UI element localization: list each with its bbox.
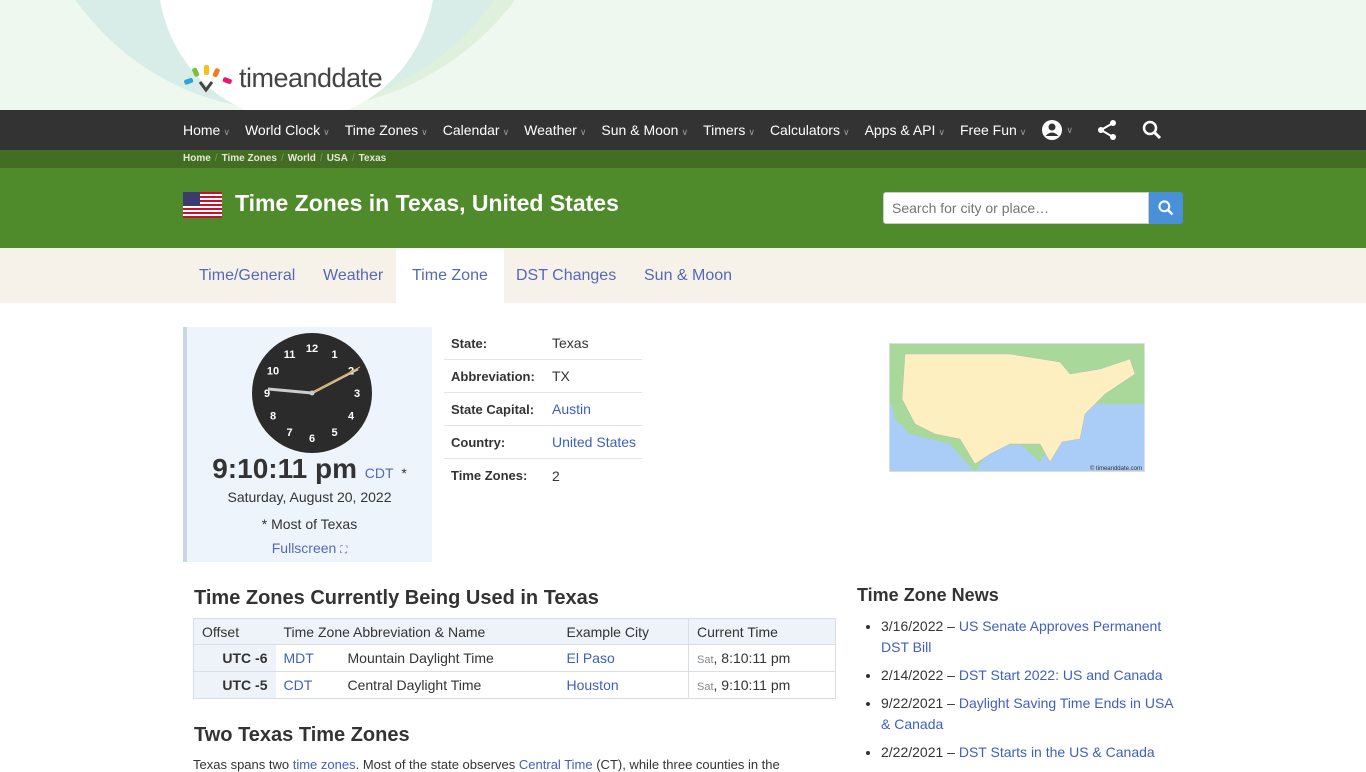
page-banner: Time Zones in Texas, United States: [0, 168, 1366, 248]
clock-number: 8: [270, 411, 276, 423]
col-offset: Offset: [193, 618, 276, 645]
news-heading: Time Zone News: [857, 585, 999, 605]
zone-abbr-link[interactable]: CDT: [284, 677, 313, 693]
site-header: timeanddate: [0, 0, 1366, 110]
two-zones-heading: Two Texas Time Zones: [194, 724, 410, 746]
time-zones-table: Offset Time Zone Abbreviation & Name Exa…: [193, 618, 836, 699]
clock-number: 6: [309, 433, 315, 445]
tab-weather[interactable]: Weather: [307, 248, 399, 303]
breadcrumb-usa[interactable]: USA: [327, 153, 348, 164]
info-value: TX: [552, 368, 570, 384]
map-credit: © timeanddate.com: [1090, 465, 1142, 472]
search-icon: [1158, 200, 1174, 216]
clock-note: * Most of Texas: [261, 516, 358, 532]
clock-number: 7: [286, 427, 292, 439]
tab-sun-moon[interactable]: Sun & Moon: [628, 248, 748, 303]
breadcrumb-home[interactable]: Home: [183, 153, 211, 164]
news-link[interactable]: DST Start 2022: US and Canada: [959, 667, 1163, 683]
nav-calendar[interactable]: Calendar ∨: [443, 122, 509, 138]
nav-sun-moon[interactable]: Sun & Moon ∨: [601, 122, 688, 138]
news-item: 2/14/2022 – DST Start 2022: US and Canad…: [881, 665, 1175, 686]
news-item: 9/22/2021 – Daylight Saving Time Ends in…: [881, 693, 1175, 735]
logo-mark-icon: [184, 65, 232, 93]
nav-calculators[interactable]: Calculators ∨: [770, 122, 850, 138]
tab-time-zone[interactable]: Time Zone: [396, 248, 504, 303]
tab-time-general[interactable]: Time/General: [183, 248, 311, 303]
us-flag-icon: [183, 192, 222, 218]
breadcrumb: Home / Time Zones / World / USA / Texas: [0, 150, 1366, 168]
search-icon[interactable]: [1141, 119, 1163, 141]
city-link[interactable]: Houston: [567, 677, 619, 693]
col-time: Current Time: [688, 618, 836, 645]
clock-number: 4: [348, 411, 355, 423]
clock-number: 12: [306, 343, 318, 355]
tab-dst-changes[interactable]: DST Changes: [500, 248, 632, 303]
news-item: 2/22/2021 – DST Starts in the US & Canad…: [881, 742, 1175, 763]
share-icon[interactable]: [1096, 119, 1118, 141]
nav-free-fun[interactable]: Free Fun ∨: [960, 122, 1026, 138]
site-logo[interactable]: timeanddate: [183, 62, 383, 94]
clock-panel: 121234567891011 9:10:11 pm CDT * Saturda…: [183, 327, 432, 562]
nav-world-clock[interactable]: World Clock ∨: [245, 122, 330, 138]
account-button[interactable]: ∨: [1041, 119, 1073, 141]
info-row: Country: United States: [444, 426, 642, 459]
clock-number: 5: [331, 427, 337, 439]
tz-abbr-link[interactable]: CDT: [365, 465, 394, 481]
nav-home[interactable]: Home ∨: [183, 122, 230, 138]
fullscreen-icon: ⛶: [340, 545, 348, 556]
info-value: 2: [552, 467, 560, 484]
clock-number: 1: [331, 349, 337, 361]
table-row: UTC -6 MDT Mountain Daylight Time El Paso Sa…: [193, 644, 836, 672]
section-tabs: Time/General Weather Time Zone DST Chang…: [0, 248, 1366, 303]
state-info-table: State: Texas Abbreviation: TX State Capital:…: [444, 327, 642, 492]
city-link[interactable]: El Paso: [567, 650, 615, 666]
info-row: Time Zones: 2: [451, 467, 560, 484]
news-link[interactable]: DST Starts in the US & Canada: [959, 744, 1155, 760]
info-value[interactable]: Austin: [552, 401, 591, 417]
main-nav: Home ∨ World Clock ∨ Time Zones ∨ Calendar ∨…: [0, 110, 1366, 150]
analog-clock: 121234567891011: [252, 333, 372, 453]
zone-abbr-link[interactable]: MDT: [284, 650, 314, 666]
search-input[interactable]: [883, 192, 1149, 224]
time-zones-link[interactable]: time zones: [293, 757, 356, 772]
intro-paragraph: Texas spans two time zones. Most of the …: [193, 757, 780, 772]
central-time-link[interactable]: Central Time: [519, 757, 593, 772]
fullscreen-link[interactable]: Fullscreen ⛶: [187, 540, 432, 556]
info-row: State Capital: Austin: [444, 393, 642, 426]
breadcrumb-world[interactable]: World: [288, 153, 316, 164]
user-icon: [1042, 120, 1063, 140]
nav-weather[interactable]: Weather ∨: [524, 122, 586, 138]
current-date: Saturday, August 20, 2022: [227, 489, 392, 505]
breadcrumb-texas[interactable]: Texas: [359, 153, 387, 164]
clock-number: 3: [354, 388, 360, 400]
zones-heading: Time Zones Currently Being Used in Texas: [194, 587, 599, 609]
page-title: Time Zones in Texas, United States: [235, 190, 619, 216]
info-row: Abbreviation: TX: [444, 360, 642, 393]
nav-timers[interactable]: Timers ∨: [703, 122, 755, 138]
col-zone: Time Zone Abbreviation & Name: [275, 618, 559, 645]
search-button[interactable]: [1149, 192, 1183, 224]
info-value: Texas: [552, 335, 589, 351]
breadcrumb-time-zones[interactable]: Time Zones: [222, 153, 277, 164]
clock-number: 10: [267, 366, 279, 378]
col-city: Example City: [558, 618, 689, 645]
clock-number: 11: [284, 349, 296, 361]
info-value[interactable]: United States: [552, 434, 636, 450]
info-row: State: Texas: [444, 327, 642, 360]
table-row: UTC -5 CDT Central Daylight Time Houston Sat…: [193, 671, 836, 699]
nav-apps-api[interactable]: Apps & API ∨: [865, 122, 945, 138]
nav-time-zones[interactable]: Time Zones ∨: [345, 122, 428, 138]
news-item: 3/16/2022 – US Senate Approves Permanent…: [881, 616, 1175, 658]
us-map[interactable]: © timeanddate.com: [889, 343, 1145, 472]
current-time: 9:10:11 pm CDT *: [212, 453, 407, 484]
